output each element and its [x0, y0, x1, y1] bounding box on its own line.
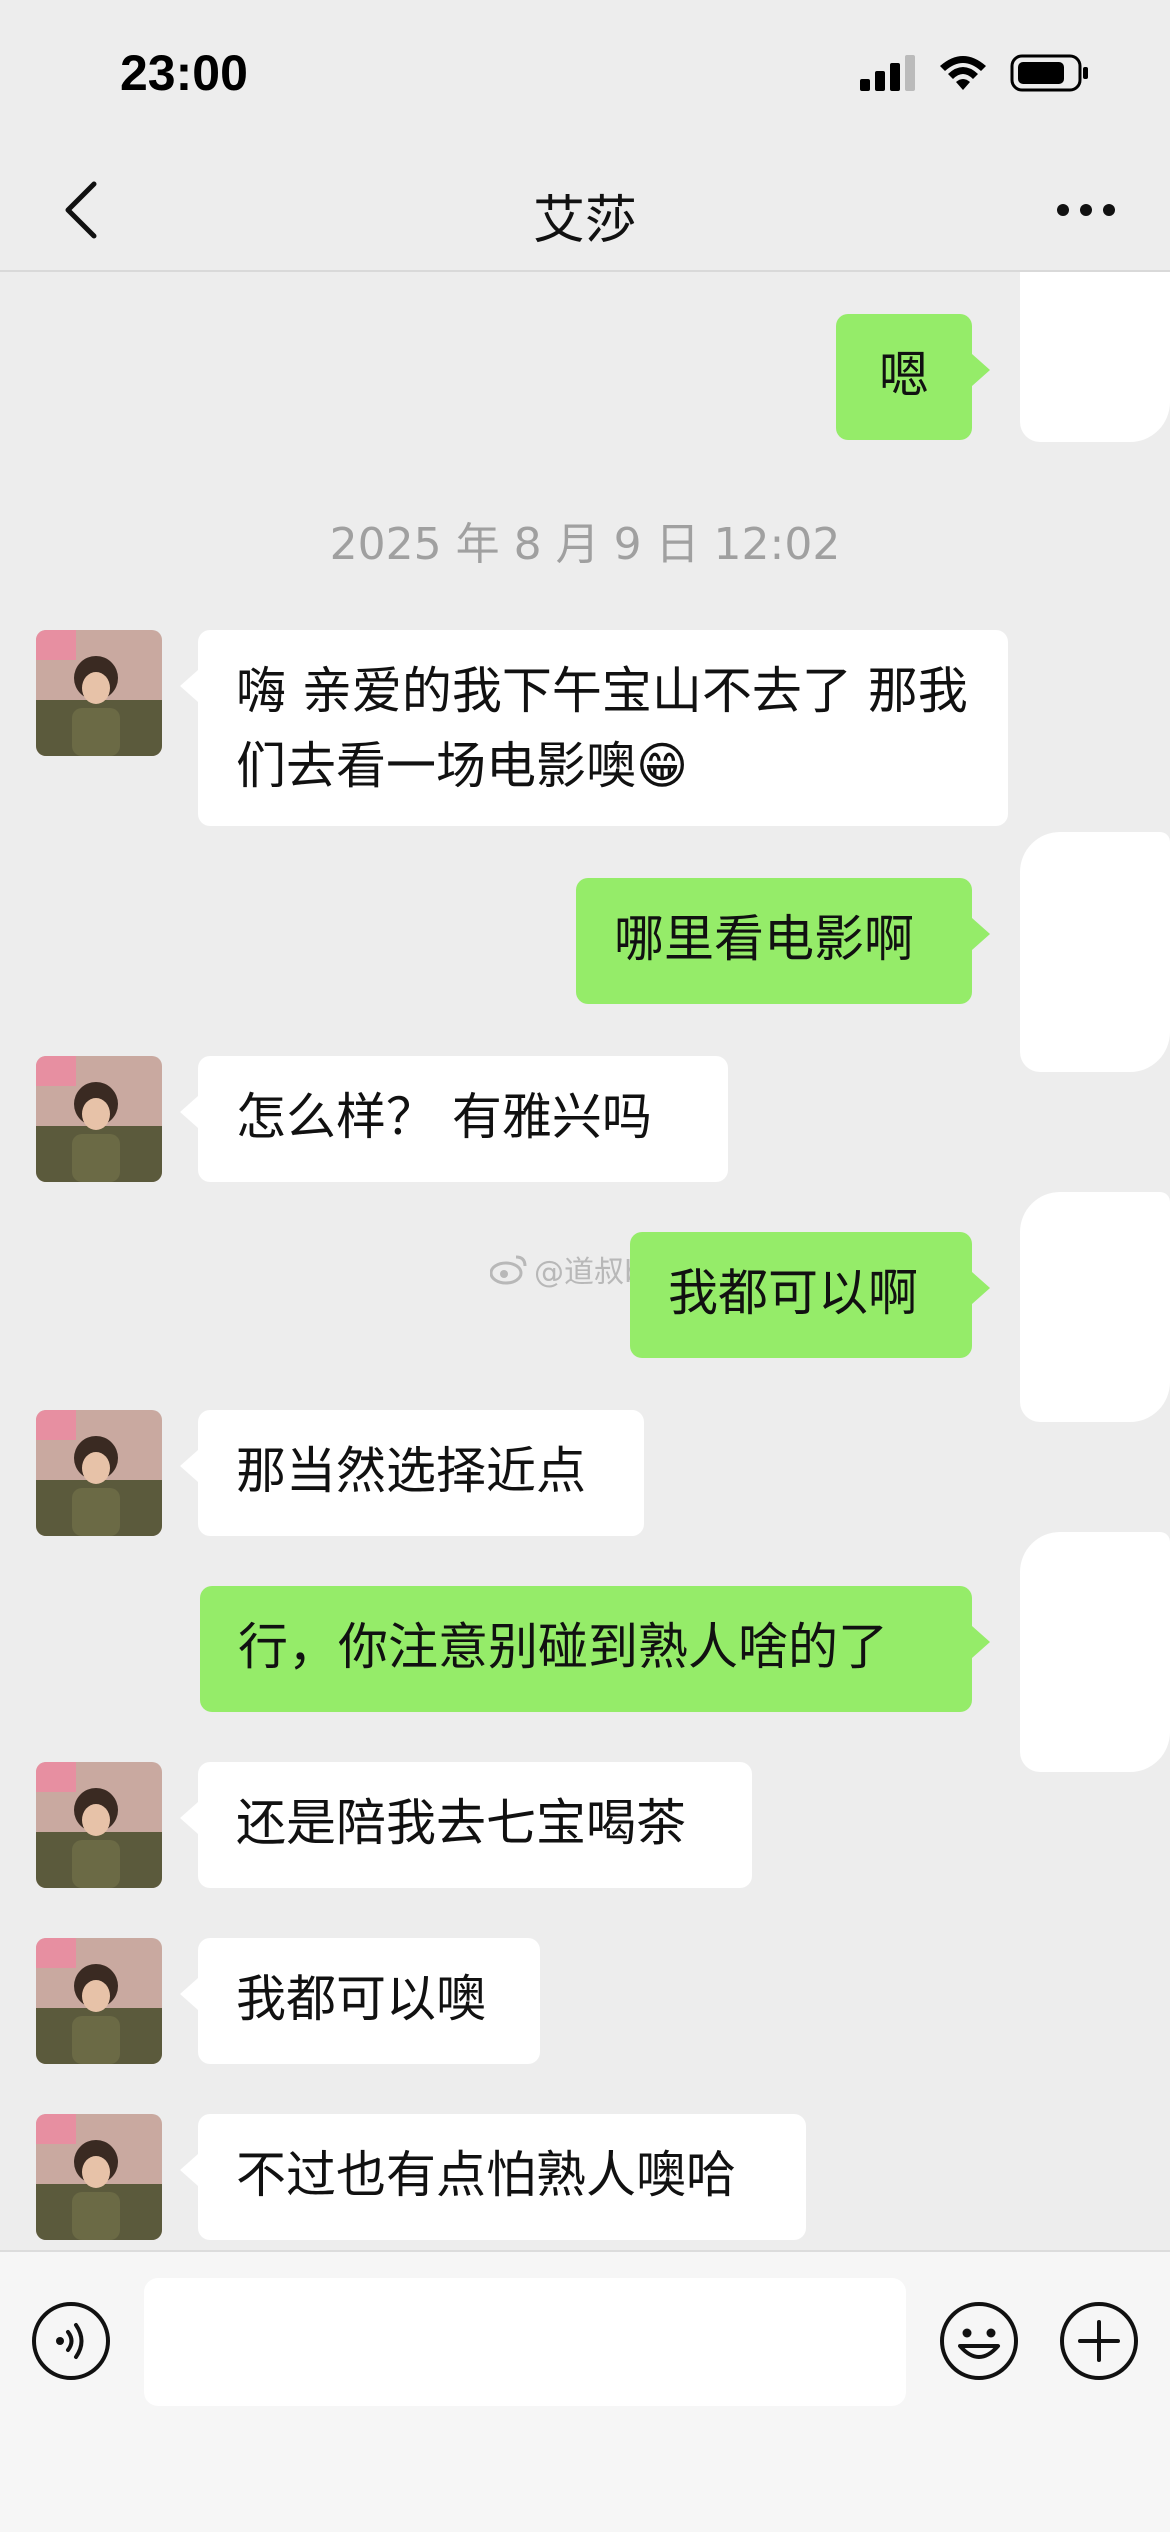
redacted-avatar [1020, 1192, 1170, 1422]
more-button[interactable] [1036, 170, 1136, 250]
signal-icon [860, 55, 915, 91]
message-bubble-incoming[interactable]: 嗨 亲爱的我下午宝山不去了 那我们去看一场电影噢😁 [180, 630, 1008, 826]
battery-icon [1010, 54, 1088, 92]
avatar[interactable] [36, 1938, 162, 2064]
status-bar: 23:00 [0, 0, 1170, 150]
plus-icon [1060, 2302, 1138, 2380]
plus-button[interactable] [1058, 2300, 1140, 2382]
chat-area[interactable]: 嗯 2025 年 8 月 9 日 12:02 嗨 亲爱的我下午宝山不去了 那我们… [0, 272, 1170, 2250]
wifi-icon [940, 56, 986, 90]
message-bubble-outgoing[interactable]: 我都可以啊 [630, 1232, 990, 1358]
emoji-icon [940, 2302, 1018, 2380]
status-icons [860, 54, 1090, 92]
weibo-icon [490, 1255, 527, 1285]
more-icon [1057, 204, 1115, 216]
voice-icon [32, 2302, 110, 2380]
redacted-avatar [1020, 272, 1170, 442]
avatar[interactable] [36, 1762, 162, 1888]
redacted-avatar [1020, 1532, 1170, 1772]
avatar[interactable] [36, 630, 162, 756]
message-bubble-incoming[interactable]: 还是陪我去七宝喝茶 [180, 1762, 752, 1888]
status-time: 23:00 [120, 45, 248, 101]
input-bar [0, 2250, 1170, 2532]
message-bubble-outgoing[interactable]: 哪里看电影啊 [576, 878, 990, 1004]
message-bubble-incoming[interactable]: 怎么样？ 有雅兴吗 [180, 1056, 728, 1182]
voice-button[interactable] [30, 2300, 112, 2382]
message-bubble-outgoing[interactable]: 行，你注意别碰到熟人啥的了 [200, 1586, 990, 1712]
message-bubble-outgoing[interactable]: 嗯 [836, 314, 990, 440]
avatar[interactable] [36, 1410, 162, 1536]
emoji-button[interactable] [938, 2300, 1020, 2382]
nav-bar: 艾莎 [0, 150, 1170, 272]
avatar[interactable] [36, 1056, 162, 1182]
message-bubble-incoming[interactable]: 那当然选择近点 [180, 1410, 644, 1536]
avatar[interactable] [36, 2114, 162, 2240]
message-bubble-incoming[interactable]: 我都可以噢 [180, 1938, 540, 2064]
timestamp: 2025 年 8 月 9 日 12:02 [329, 519, 841, 570]
chat-title: 艾莎 [532, 191, 637, 251]
message-bubble-incoming[interactable]: 不过也有点怕熟人噢哈 [180, 2114, 806, 2240]
redacted-avatar [1020, 832, 1170, 1072]
message-input[interactable] [144, 2278, 906, 2406]
